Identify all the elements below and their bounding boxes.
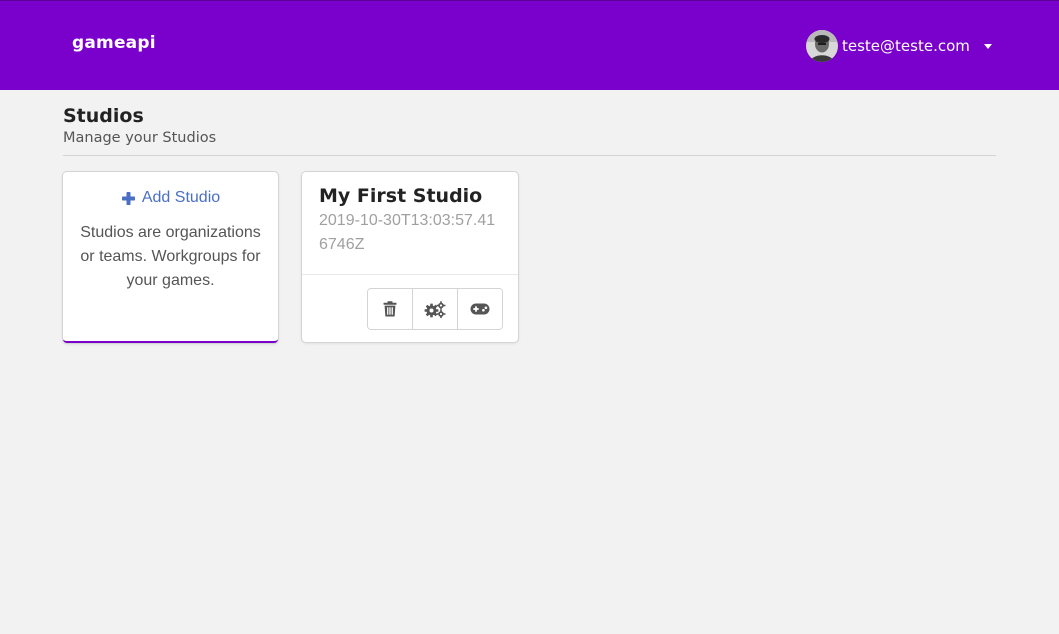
page-header: Studios Manage your Studios bbox=[63, 104, 996, 156]
add-studio-card[interactable]: Add Studio Studios are organizations or … bbox=[63, 172, 278, 343]
trash-icon bbox=[383, 301, 397, 317]
gamepad-icon bbox=[470, 303, 490, 315]
card-divider bbox=[302, 274, 518, 275]
plus-icon bbox=[121, 191, 136, 206]
studio-settings-button[interactable] bbox=[412, 289, 457, 329]
studio-card: My First Studio 2019-10-30T13:03:57.4167… bbox=[302, 172, 518, 342]
add-studio-description: Studios are organizations or teams. Work… bbox=[80, 223, 261, 289]
studio-created-date: 2019-10-30T13:03:57.416746Z bbox=[319, 212, 496, 253]
add-studio-link[interactable]: Add Studio bbox=[121, 189, 220, 207]
brand-logo[interactable]: gameapi bbox=[72, 33, 156, 53]
user-avatar bbox=[806, 30, 838, 62]
page-subtitle: Manage your Studios bbox=[63, 130, 217, 146]
studio-games-button[interactable] bbox=[457, 289, 502, 329]
top-navbar: gameapi teste@teste.com bbox=[0, 0, 1059, 90]
user-email: teste@teste.com bbox=[842, 37, 970, 55]
user-menu-dropdown[interactable]: teste@teste.com bbox=[806, 30, 992, 62]
caret-down-icon bbox=[983, 44, 992, 49]
add-studio-label: Add Studio bbox=[141, 189, 221, 206]
page-title: Studios bbox=[63, 105, 144, 127]
cogs-icon bbox=[424, 300, 446, 318]
studio-name[interactable]: My First Studio bbox=[319, 185, 482, 207]
studio-actions bbox=[367, 288, 503, 330]
delete-studio-button[interactable] bbox=[368, 289, 412, 329]
